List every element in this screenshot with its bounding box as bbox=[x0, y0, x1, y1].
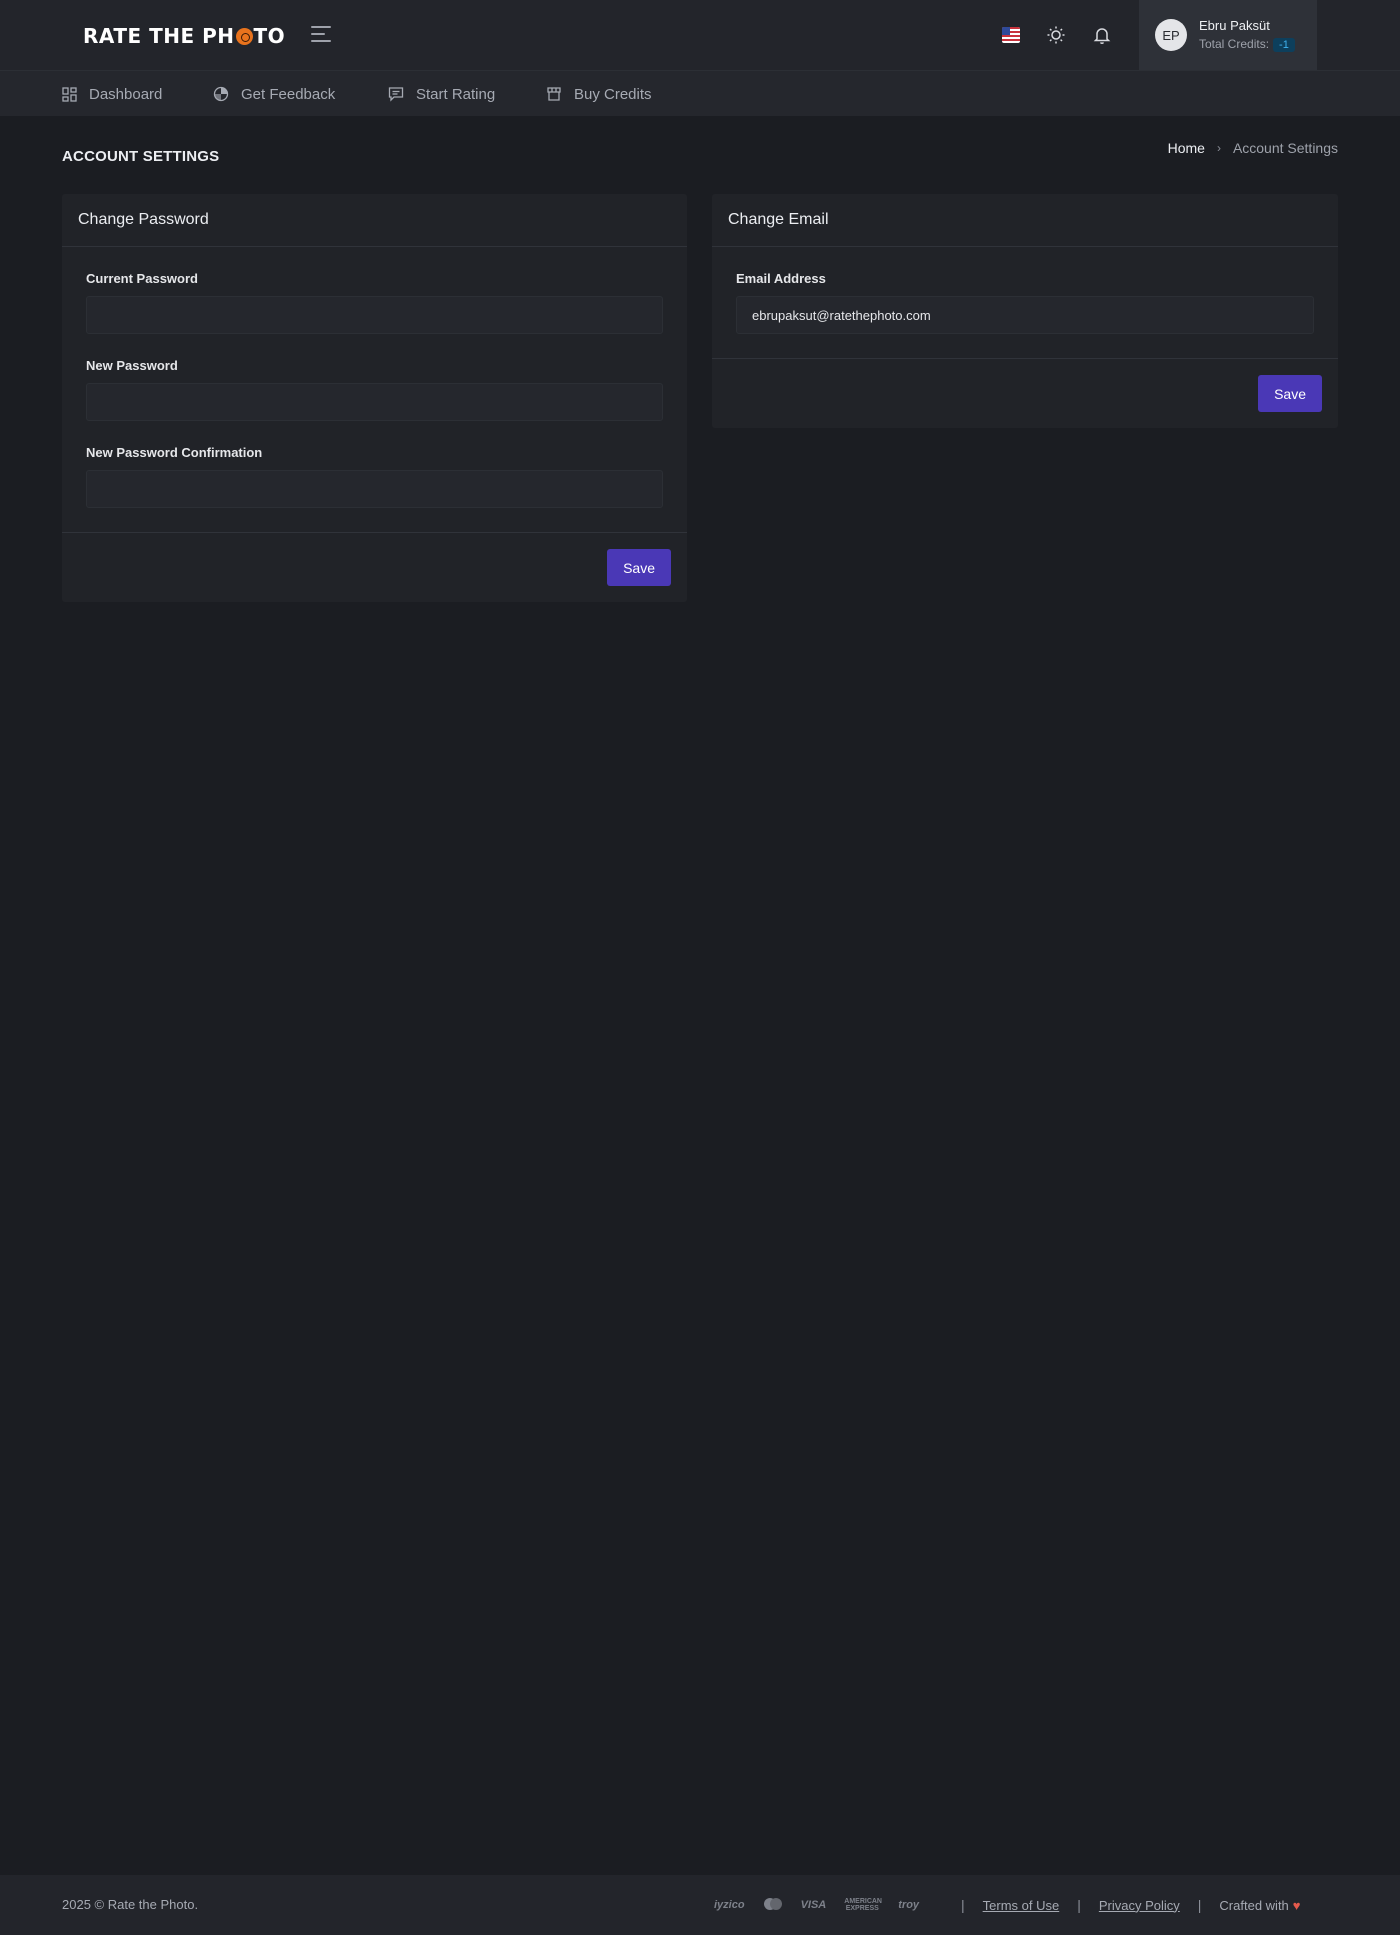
card-title: Change Password bbox=[62, 194, 687, 247]
copyright: 2025 © Rate the Photo. bbox=[62, 1897, 199, 1912]
footer-links: | Terms of Use | Privacy Policy | Crafte… bbox=[961, 1897, 1301, 1913]
nav-item-buy-credits[interactable]: Buy Credits bbox=[546, 71, 652, 117]
save-email-button[interactable]: Save bbox=[1258, 375, 1322, 412]
new-password-label: New Password bbox=[86, 358, 178, 373]
nav-item-start-rating[interactable]: Start Rating bbox=[388, 71, 495, 117]
crafted-text: Crafted with bbox=[1219, 1897, 1289, 1913]
nav-label: Dashboard bbox=[89, 85, 163, 103]
divider: | bbox=[1077, 1897, 1081, 1913]
chat-icon bbox=[388, 87, 404, 102]
new-password-field[interactable] bbox=[86, 383, 663, 421]
store-icon bbox=[547, 87, 561, 101]
nav-item-dashboard[interactable]: Dashboard bbox=[62, 71, 162, 117]
visa-logo: VISA bbox=[800, 1899, 827, 1911]
user-menu[interactable]: EP Ebru Paksüt Total Credits: -1 bbox=[1139, 0, 1317, 70]
breadcrumb: Home › Account Settings bbox=[1168, 140, 1338, 156]
nav-item-get-feedback[interactable]: Get Feedback bbox=[213, 71, 335, 117]
page-title: ACCOUNT SETTINGS bbox=[62, 148, 220, 165]
avatar: EP bbox=[1155, 19, 1187, 51]
pie-chart-icon bbox=[213, 86, 229, 102]
footer: 2025 © Rate the Photo. iyzico VISA AMERI… bbox=[0, 1875, 1400, 1935]
menu-icon[interactable] bbox=[311, 26, 333, 44]
divider: | bbox=[961, 1897, 965, 1913]
chevron-right-icon: › bbox=[1216, 141, 1221, 155]
current-password-field[interactable] bbox=[86, 296, 663, 334]
change-email-card: Change Email Email Address Save bbox=[712, 194, 1338, 428]
bell-icon[interactable] bbox=[1092, 25, 1112, 45]
new-password-confirmation-field[interactable] bbox=[86, 470, 663, 508]
payment-logos: iyzico VISA AMERICAN EXPRESS troy bbox=[714, 1892, 937, 1918]
current-password-label: Current Password bbox=[86, 271, 198, 286]
card-title: Change Email bbox=[712, 194, 1338, 247]
logo-text-end: TO bbox=[253, 24, 286, 48]
credits-label: Total Credits: bbox=[1199, 37, 1270, 51]
troy-logo: troy bbox=[898, 1899, 920, 1911]
nav-label: Start Rating bbox=[416, 85, 496, 103]
change-password-card: Change Password Current Password New Pas… bbox=[62, 194, 687, 602]
email-field[interactable] bbox=[736, 296, 1314, 334]
terms-link[interactable]: Terms of Use bbox=[983, 1898, 1060, 1913]
new-password-confirmation-label: New Password Confirmation bbox=[86, 445, 263, 460]
breadcrumb-current: Account Settings bbox=[1232, 140, 1338, 156]
heart-icon: ♥ bbox=[1292, 1897, 1301, 1913]
save-password-button[interactable]: Save bbox=[607, 549, 671, 586]
top-header: RATE THE PH TO EP Ebru Paksüt Total Cred… bbox=[0, 0, 1400, 70]
logo-camera-icon bbox=[235, 28, 253, 45]
logo-text-start: RATE THE PH bbox=[83, 24, 235, 48]
main-nav: Dashboard Get Feedback Start Rating Buy … bbox=[0, 70, 1400, 116]
privacy-link[interactable]: Privacy Policy bbox=[1099, 1898, 1180, 1913]
us-flag-icon[interactable] bbox=[1002, 27, 1020, 43]
divider: | bbox=[1197, 1897, 1202, 1913]
credits-badge: -1 bbox=[1273, 38, 1295, 52]
mastercard-logo bbox=[763, 1897, 783, 1914]
sun-icon[interactable] bbox=[1046, 25, 1066, 45]
iyzico-logo: iyzico bbox=[714, 1899, 745, 1911]
email-address-label: Email Address bbox=[736, 271, 826, 286]
breadcrumb-home-link[interactable]: Home bbox=[1168, 140, 1205, 156]
credits-info: Total Credits: -1 bbox=[1199, 37, 1295, 52]
dashboard-icon bbox=[62, 86, 77, 102]
nav-label: Buy Credits bbox=[574, 85, 652, 103]
logo[interactable]: RATE THE PH TO bbox=[83, 24, 285, 48]
amex-logo: AMERICAN EXPRESS bbox=[844, 1898, 882, 1912]
nav-label: Get Feedback bbox=[241, 85, 336, 103]
user-name: Ebru Paksüt bbox=[1199, 18, 1270, 33]
